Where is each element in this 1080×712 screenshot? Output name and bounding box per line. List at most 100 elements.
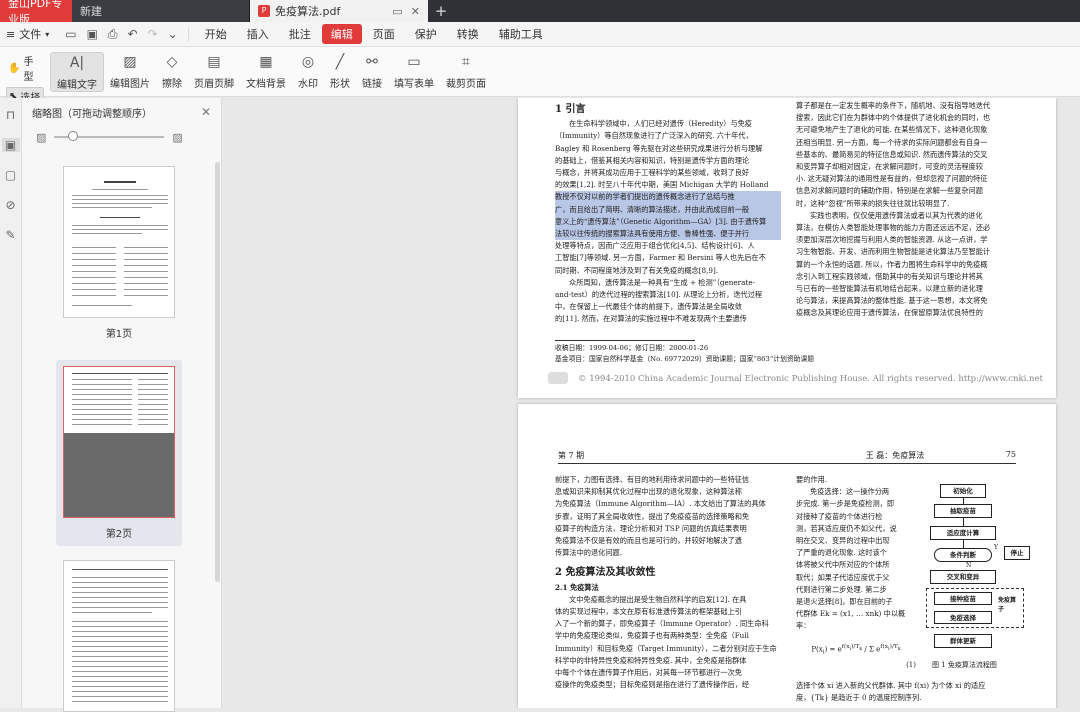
slider-knob[interactable] <box>68 131 79 141</box>
thumbnail-page-3[interactable] <box>56 560 182 712</box>
text-line[interactable]: 信息对求解问题时的辅助作用，特别是在求解一些复杂问题 <box>796 185 1022 197</box>
text-line[interactable]: 众所周知，遗传算法是一种具有“生成 + 检测”（generate- <box>555 277 781 289</box>
text-line[interactable]: 对接种了疫苗的个体进行检 <box>796 511 916 523</box>
signature-icon[interactable]: ✎ <box>5 228 15 242</box>
header-footer-button[interactable]: ▤ 页眉页脚 <box>188 52 240 90</box>
menu-convert[interactable]: 转换 <box>448 24 488 44</box>
text-line[interactable]: 念引入到工程实践领域，借助其中的有关知识与理论并将其 <box>796 271 1022 283</box>
erase-button[interactable]: ◇ 擦除 <box>156 52 188 90</box>
shape-button[interactable]: ╱ 形状 <box>324 52 356 90</box>
comment-icon[interactable]: ▢ <box>5 168 16 182</box>
thumbnail-page-1[interactable]: 第1页 <box>56 166 182 340</box>
text-line[interactable]: 代群体 Ek = (x1, … xnk) 中以概 <box>796 608 916 620</box>
menu-annotate[interactable]: 批注 <box>280 24 320 44</box>
tab-new[interactable]: 新建 <box>72 0 250 22</box>
text-line[interactable]: 算的一个永恒的话题. 所以，作者力图将生命科学中的免疫概 <box>796 259 1022 271</box>
text-line[interactable]: 息或知识来抑制其优化过程中出现的退化现象，这种算法称 <box>555 486 787 498</box>
new-tab-button[interactable]: + <box>428 0 454 22</box>
small-image-icon[interactable]: ▨ <box>36 131 46 144</box>
menu-tools[interactable]: 辅助工具 <box>490 24 552 44</box>
close-icon[interactable]: ✕ <box>411 5 420 18</box>
watermark-button[interactable]: ◎ 水印 <box>292 52 324 90</box>
text-line[interactable]: 时，这种“忽视”所带来的损失往往就比较明显了. <box>796 198 1022 210</box>
text-line[interactable]: 同时期、不同程度地涉及到了有关免疫的概念[8,9]. <box>555 265 781 277</box>
text-line[interactable]: 入了一个新的算子，即免疫算子（Immune Operator）. 同生命科 <box>555 618 787 630</box>
text-line[interactable]: 文中免疫概念的提出是受生物自然科学的启发[12]. 在具 <box>555 594 787 606</box>
text-line[interactable]: 度，{Tk} 是趋近于 0 的温度控制序列. <box>796 692 1036 704</box>
text-line-highlighted[interactable]: 意义上的“遗传算法”（Genetic Algorithm—GA）[3]. 由于遗… <box>555 215 781 229</box>
footnote-funding[interactable]: 基金项目：国家自然科学基金（No. 69772029）资助课题；国家“863”计… <box>555 354 814 365</box>
text-line[interactable]: 科学中的非特异性免疫和特异性免疫. 其中，全免疫是指群体 <box>555 655 787 667</box>
menu-page[interactable]: 页面 <box>364 24 404 44</box>
text-line[interactable]: 学中的免疫理论类似，免疫算子也有两种类型：全免疫（Full <box>555 630 787 642</box>
close-icon[interactable]: ✕ <box>201 105 211 119</box>
text-line[interactable]: 中，在保留上一代最佳个体的前提下，遗传算法是全局收敛 <box>555 301 781 313</box>
text-line[interactable]: 工智能[7]等领域. 另一方面，Farmer 和 Bersini 等人也先后在不 <box>555 252 781 264</box>
text-line[interactable]: 要的作用. <box>796 474 916 486</box>
text-line[interactable]: 算子都是在一定发生概率的条件下，随机地、没有指导地迭代 <box>796 100 1022 112</box>
open-icon[interactable]: ▭ <box>65 27 76 42</box>
text-line[interactable]: 的[11]. 然而，在对算法的实施过程中不难发现两个主要遗传 <box>555 313 781 325</box>
doc-background-button[interactable]: ▦ 文档背景 <box>240 52 292 90</box>
more-icon[interactable]: ⌄ <box>168 27 178 42</box>
text-line[interactable]: 处理等特点，因而广泛应用于组合优化[4,5]、结构设计[6]、人 <box>555 240 781 252</box>
text-line[interactable]: 算法，在模仿人类智能处理事物的能力方面还远远不足，还必 <box>796 222 1022 234</box>
redo-icon[interactable]: ↷ <box>148 27 158 42</box>
menu-protect[interactable]: 保护 <box>406 24 446 44</box>
text-line[interactable]: 代则进行第二步处理. 第二步 <box>796 584 916 596</box>
text-line[interactable]: 体的实现过程中，本文在原有标准遗传算法的框架基础上引 <box>555 606 787 618</box>
text-line[interactable]: 与已有的一些智能算法有机地结合起来，以建立新的进化理 <box>796 283 1022 295</box>
text-line[interactable]: 些基本的、最简易见的特征信息或知识. 然而遗传算法的交叉 <box>796 149 1022 161</box>
text-line[interactable]: 选择个体 xi 进入新的父代群体. 其中 f(xi) 为个体 xi 的适应 <box>796 680 1036 692</box>
text-line[interactable]: 率： <box>796 620 916 632</box>
thumbnail-page-2[interactable]: 第2页 <box>56 360 182 546</box>
text-line[interactable]: 与概念，并将其成功应用于工程科学的某些领域，收到了良好 <box>555 167 781 179</box>
text-line[interactable]: 在生命科学领域中，人们已经对遗传（Heredity）与免疫 <box>555 118 781 130</box>
text-line-highlighted[interactable]: 法较以往传统的搜索算法具有使用方便、鲁棒性强、便于并行 <box>555 228 781 241</box>
menu-edit[interactable]: 编辑 <box>321 24 362 44</box>
text-line[interactable]: 中每个个体在遗传算子作用后，对其每一环节都进行一次免 <box>555 667 787 679</box>
text-line[interactable]: 体将被父代中所对应的个体所 <box>796 559 916 571</box>
text-line[interactable]: Bagley 和 Rosenberg 等先驱在对这些研究成果进行分析与理解 <box>555 143 781 155</box>
text-line[interactable]: 还相当明显. 另一方面，每一个待求的实际问题都会有自身一 <box>796 137 1022 149</box>
text-line[interactable]: 无可避免地产生了退化的可能. 在某些情况下，这种退化现象 <box>796 124 1022 136</box>
thumbnail-icon[interactable]: ▣ <box>1 138 20 152</box>
large-image-icon[interactable]: ▨ <box>172 131 182 144</box>
attachment-icon[interactable]: ⊘ <box>5 198 15 212</box>
text-line[interactable]: 的效果[1,2]. 时至八十年代中期，美国 Michigan 大学的 Holla… <box>555 179 781 191</box>
text-line[interactable]: 免疫选择：这一操作分两 <box>796 486 916 498</box>
text-line[interactable]: 测，若其适应度仍不如父代，说 <box>796 523 916 535</box>
tab-menu-icon[interactable]: ▭ <box>392 5 402 18</box>
text-line[interactable]: 论与算法，来提高算法的整体性能. 基于这一思想，本文将免 <box>796 295 1022 307</box>
text-line[interactable]: 搜索，因此它们在为群体中的个体提供了进化机会的同时，也 <box>796 112 1022 124</box>
text-line[interactable]: 是退火选择[8]，即在目前的子 <box>796 596 916 608</box>
thumbnail-zoom-slider[interactable] <box>54 131 165 141</box>
text-line[interactable]: 疫算子的构造方法，理论分析和对 TSP 问题的仿真结果表明 <box>555 523 787 535</box>
text-line[interactable]: 小. 这无疑对算法的通用性是有益的，但却忽视了问题的特征 <box>796 173 1022 185</box>
text-line[interactable]: 明在交叉、变异的过程中出现 <box>796 535 916 547</box>
text-line[interactable]: 的基础上，借鉴其相关内容和知识，特别是遗传学方面的理论 <box>555 155 781 167</box>
text-line[interactable]: 了严重的退化现象. 这时该个 <box>796 547 916 559</box>
thumbnail-scrollbar[interactable] <box>215 162 220 582</box>
fill-form-button[interactable]: ▭ 填写表单 <box>388 52 440 90</box>
file-menu[interactable]: ≡ 文件 ▾ <box>0 26 55 42</box>
hand-tool-button[interactable]: ✋ 手型 <box>6 52 44 84</box>
text-line[interactable]: 传算法中的退化问题. <box>555 547 787 559</box>
undo-icon[interactable]: ↶ <box>128 27 138 42</box>
text-line[interactable]: 须更加深层次地挖掘与利用人类的智能资源. 从这一点讲，学 <box>796 234 1022 246</box>
text-line[interactable]: 习生物智能、开发、进而利用生物智能是进化算法乃至智能计 <box>796 246 1022 258</box>
text-line[interactable]: 前提下，力图有选择、有目的地利用待求问题中的一些特征信 <box>555 474 787 486</box>
text-line[interactable]: 取代；如果子代适应度优于父 <box>796 572 916 584</box>
text-line[interactable]: 免疫算法不仅是有效的而且也是可行的，并较好地解决了遗 <box>555 535 787 547</box>
menu-insert[interactable]: 插入 <box>238 24 278 44</box>
document-viewer[interactable]: 1 引言 在生命科学领域中，人们已经对遗传（Heredity）与免疫 （Immu… <box>222 98 1080 708</box>
text-line[interactable]: 实践也表明，仅仅使用遗传算法或者以其为代表的进化 <box>796 210 1022 222</box>
text-line[interactable]: and-test）的迭代过程的搜索算法[10]. 从理论上分析，迭代过程 <box>555 289 781 301</box>
app-brand-tab[interactable]: 金山PDF专业版 <box>0 0 72 26</box>
crop-page-button[interactable]: ⌗ 裁剪页面 <box>440 52 492 90</box>
footnote-received[interactable]: 收稿日期：1999-04-06；修订日期：2000-01-26 <box>555 343 708 354</box>
link-button[interactable]: ⚯ 链接 <box>356 52 388 90</box>
text-line[interactable]: 为免疫算法（Immune Algorithm—IA）. 本文给出了算法的具体 <box>555 498 787 510</box>
text-line[interactable]: （Immunity）等自然现象进行了广泛深入的研究. 六十年代， <box>555 130 781 142</box>
tab-document[interactable]: P 免疫算法.pdf ▭ ✕ <box>250 0 428 22</box>
